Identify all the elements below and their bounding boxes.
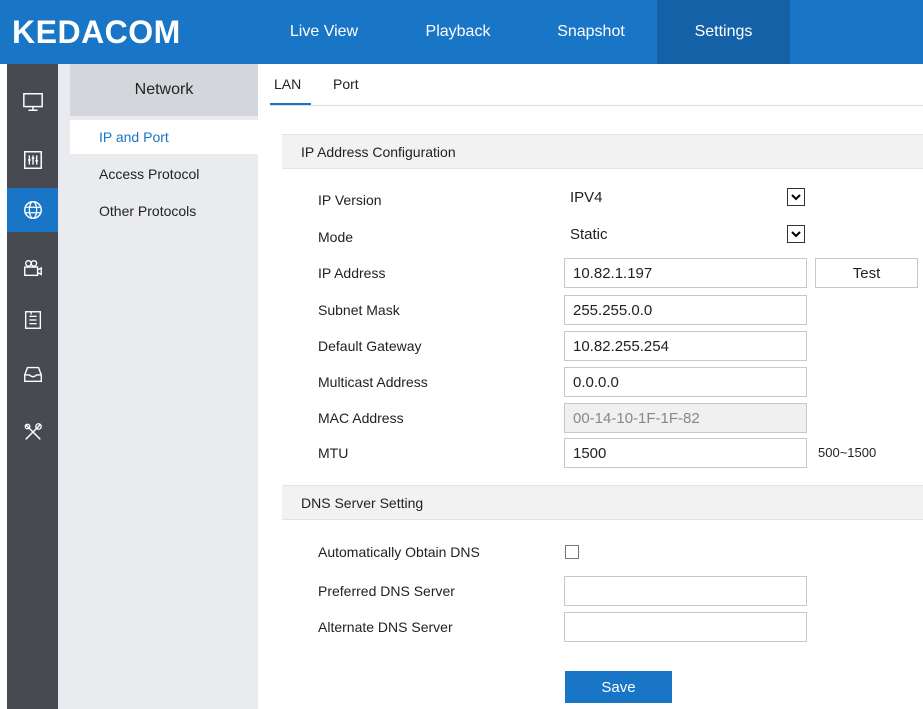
- tab-lan[interactable]: LAN: [270, 64, 311, 105]
- ip-version-value: IPV4: [570, 189, 603, 206]
- rail-item-camera[interactable]: [7, 246, 58, 290]
- auto-dns-checkbox[interactable]: [565, 545, 579, 559]
- ip-address-label: IP Address: [318, 265, 386, 281]
- submenu-item-other-protocols[interactable]: Other Protocols: [70, 194, 258, 228]
- test-button[interactable]: Test: [815, 258, 918, 288]
- rail-item-storage[interactable]: [7, 352, 58, 396]
- nav-snapshot[interactable]: Snapshot: [536, 0, 646, 64]
- dns-header: DNS Server Setting: [282, 485, 923, 520]
- alternate-dns-label: Alternate DNS Server: [318, 619, 453, 635]
- subnet-mask-label: Subnet Mask: [318, 302, 400, 318]
- mtu-label: MTU: [318, 445, 349, 461]
- mode-label: Mode: [318, 229, 354, 245]
- mode-value: Static: [570, 226, 608, 243]
- mac-address-field: [564, 403, 807, 433]
- tab-port[interactable]: Port: [333, 64, 359, 104]
- subnet-mask-field[interactable]: [564, 295, 807, 325]
- settings-submenu: Network IP and Port Access Protocol Othe…: [58, 64, 258, 709]
- rail-item-event[interactable]: [7, 298, 58, 342]
- save-button[interactable]: Save: [565, 671, 672, 703]
- mtu-field[interactable]: [564, 438, 807, 468]
- nav-settings[interactable]: Settings: [657, 0, 790, 64]
- submenu-item-ip-and-port[interactable]: IP and Port: [70, 120, 258, 154]
- submenu-item-access-protocol[interactable]: Access Protocol: [70, 157, 258, 191]
- auto-dns-label: Automatically Obtain DNS: [318, 544, 480, 560]
- chevron-down-icon: [787, 225, 805, 243]
- mac-address-label: MAC Address: [318, 410, 404, 426]
- chevron-down-icon: [787, 188, 805, 206]
- ip-version-label: IP Version: [318, 192, 382, 208]
- preferred-dns-label: Preferred DNS Server: [318, 583, 455, 599]
- monitor-icon: [22, 93, 43, 111]
- rail-item-image[interactable]: [7, 138, 58, 182]
- mode-select[interactable]: Static: [564, 220, 807, 250]
- equalizer-icon: [23, 151, 42, 169]
- clipboard-icon: [24, 311, 41, 329]
- submenu-title: Network: [70, 64, 258, 116]
- ip-config-header: IP Address Configuration: [282, 134, 923, 169]
- inbox-icon: [23, 366, 42, 383]
- nav-playback[interactable]: Playback: [403, 0, 513, 64]
- default-gateway-field[interactable]: [564, 331, 807, 361]
- camera-icon: [23, 259, 42, 277]
- ip-address-field[interactable]: [564, 258, 807, 288]
- preferred-dns-field[interactable]: [564, 576, 807, 606]
- network-globe-icon: [23, 201, 42, 219]
- icon-rail: [7, 64, 58, 709]
- tools-icon: [24, 423, 42, 440]
- top-nav-bar: KEDACOM Live View Playback Snapshot Sett…: [0, 0, 923, 64]
- alternate-dns-field[interactable]: [564, 612, 807, 642]
- multicast-address-label: Multicast Address: [318, 374, 428, 390]
- multicast-address-field[interactable]: [564, 367, 807, 397]
- rail-item-network[interactable]: [7, 188, 58, 232]
- nav-live-view[interactable]: Live View: [269, 0, 379, 64]
- tab-bar: LAN Port: [270, 64, 923, 106]
- rail-item-system[interactable]: [7, 410, 58, 454]
- default-gateway-label: Default Gateway: [318, 338, 422, 354]
- mtu-range-hint: 500~1500: [818, 445, 877, 460]
- kedacom-logo: KEDACOM: [12, 14, 181, 50]
- ip-version-select[interactable]: IPV4: [564, 183, 807, 213]
- rail-item-live[interactable]: [7, 80, 58, 124]
